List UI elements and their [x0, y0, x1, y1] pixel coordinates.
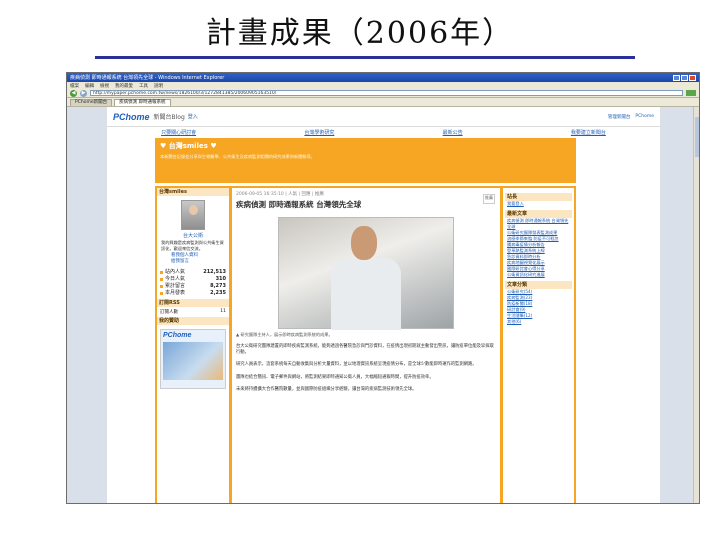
- address-bar: ◀ ▶ http://mypaper.pchome.com.tw/news/18…: [67, 89, 699, 98]
- menu-file[interactable]: 檔案: [70, 83, 79, 89]
- admin-heading: 站長: [505, 193, 572, 201]
- top-link-4[interactable]: 我要建立新聞台: [571, 129, 606, 136]
- back-icon[interactable]: ◀: [70, 89, 77, 97]
- author-bio: 我的興趣是疾病監測與公共衛生資訊化，歡迎來信交流。: [161, 240, 224, 251]
- scrollbar-thumb[interactable]: [695, 117, 699, 157]
- menu-bar: 檔案 編輯 檢視 我的最愛 工具 說明: [67, 82, 699, 89]
- menu-favorites[interactable]: 我的最愛: [115, 83, 133, 89]
- stat-row: 今日人氣 310: [160, 276, 226, 283]
- rss-label[interactable]: 訂閱人數: [160, 309, 178, 315]
- title-underline: [95, 56, 635, 59]
- recent-post-link[interactable]: 疾病偵測 即時通報系統 台灣領先全球: [505, 218, 572, 230]
- left-sidebar: 台灣smiles 台大公衛 我的興趣是疾病監測與公共衛生資訊化，歡迎來信交流。 …: [157, 188, 229, 503]
- header-link-pchome[interactable]: PChome: [635, 114, 654, 120]
- stats-panel: 站內人氣 212,513 今日人氣 310 累計留言 8,273 本月發表 2,235: [157, 265, 229, 299]
- profile-heading: 台灣smiles: [157, 188, 229, 196]
- push-button[interactable]: 推薦: [483, 194, 495, 204]
- recent-posts-heading: 最新文章: [505, 210, 572, 218]
- top-link-2[interactable]: 台灣學術研究: [304, 129, 334, 136]
- menu-edit[interactable]: 編輯: [85, 83, 94, 89]
- article-paragraph: 團隊也結合簡訊、電子郵件與網站，將監測結果即時通知公衛人員，大幅縮短通報時間，提…: [236, 374, 434, 380]
- ad-heading: 我的贊助: [157, 317, 229, 325]
- pchome-logo[interactable]: PChome: [113, 112, 150, 122]
- recent-post-link[interactable]: 公衛資訊化研究進展: [505, 272, 572, 278]
- login-link[interactable]: 登入: [188, 113, 198, 120]
- go-button[interactable]: [686, 90, 696, 96]
- rss-count: 11: [220, 309, 226, 314]
- rss-row: 訂閱人數 11: [157, 307, 229, 317]
- tab-pchome[interactable]: PChome新聞台: [70, 99, 113, 106]
- maximize-button[interactable]: [681, 74, 688, 81]
- ad-logo: PChome: [163, 332, 192, 339]
- article-paragraph: 未來將持續擴大合作醫院數量，並與國際防疫組織分享經驗，讓台灣的疾病監測技術領先全…: [236, 386, 417, 392]
- forward-icon[interactable]: ▶: [80, 89, 87, 97]
- author-name[interactable]: 台大公衛: [157, 232, 229, 239]
- ad-image: [163, 342, 223, 380]
- blog-title[interactable]: ♥ 台灣smiles ♥: [160, 141, 571, 151]
- menu-view[interactable]: 檢視: [100, 83, 109, 89]
- article-photo: [278, 217, 454, 330]
- header-link-manage[interactable]: 管理新聞台: [608, 114, 631, 120]
- menu-tools[interactable]: 工具: [139, 83, 148, 89]
- window-titlebar: 疾病偵測 即時通報系統 台灣領先全球 - Windows Internet Ex…: [67, 73, 699, 82]
- stat-row: 本月發表 2,235: [160, 290, 226, 297]
- blog-content: 台灣smiles 台大公衛 我的興趣是疾病監測與公共衛生資訊化，歡迎來信交流。 …: [155, 186, 576, 503]
- site-header: PChome 新聞台Blog 登入 管理新聞台 PChome: [107, 107, 660, 127]
- top-link-3[interactable]: 最新公告: [443, 129, 463, 136]
- stat-row: 站內人氣 212,513: [160, 269, 226, 276]
- category-link[interactable]: 其他(6): [505, 319, 572, 325]
- minimize-button[interactable]: [673, 74, 680, 81]
- article-paragraph: 研究人員表示，這套系統每天自動收集與分析大量資料，並以地理資訊系統呈現疫情分布，…: [236, 362, 477, 368]
- stat-row: 累計留言 8,273: [160, 283, 226, 290]
- blog-banner: ♥ 台灣smiles ♥ 本新聞台記錄並分享與生物醫學、公共衛生及疾病監測相關的…: [155, 138, 576, 183]
- close-button[interactable]: [689, 74, 696, 81]
- post-meta: 2006-09-05 16:35:10 | 人氣 | 回應 | 推薦: [236, 192, 324, 197]
- ad-banner[interactable]: PChome: [160, 329, 226, 389]
- window-title: 疾病偵測 即時通報系統 台灣領先全球 - Windows Internet Ex…: [70, 75, 225, 81]
- categories-heading: 文章分類: [505, 281, 572, 289]
- avatar[interactable]: [181, 200, 205, 230]
- top-links: 只要關心研討會 台灣學術研究 最新公告 我要建立新聞台: [107, 127, 660, 138]
- right-sidebar: 站長 我要登入 最新文章 疾病偵測 即時通報系統 台灣領先全球 公衛研究團隊發表…: [503, 188, 574, 503]
- url-input[interactable]: http://mypaper.pchome.com.tw/news/182610…: [90, 90, 683, 96]
- blog-description: 本新聞台記錄並分享與生物醫學、公共衛生及疾病監測相關的研究成果與新聞報導。: [160, 154, 315, 159]
- tab-article[interactable]: 疾病偵測 即時通報系統: [114, 99, 171, 106]
- slide-title: 計畫成果（2006年）: [205, 16, 515, 51]
- photo-caption: ▲ 研究團隊主持人，展示即時疾病監測系統的成果。: [236, 332, 333, 337]
- top-link-1[interactable]: 只要關心研討會: [161, 129, 196, 136]
- post-title[interactable]: 疾病偵測 即時通報系統 台灣領先全球: [236, 199, 496, 210]
- article: 2006-09-05 16:35:10 | 人氣 | 回應 | 推薦 疾病偵測 …: [232, 188, 500, 503]
- page-scrollbar[interactable]: [693, 107, 699, 503]
- web-page: PChome 新聞台Blog 登入 管理新聞台 PChome 只要關心研討會 台…: [107, 107, 660, 503]
- tab-bar: PChome新聞台 疾病偵測 即時通報系統: [67, 98, 699, 107]
- logo-subtitle: 新聞台Blog: [153, 114, 185, 121]
- rss-heading: 訂閱RSS: [157, 299, 229, 307]
- menu-help[interactable]: 說明: [154, 83, 163, 89]
- article-paragraph: 台大公衛研究團隊建置的即時疾病監測系統，能夠透過各醫院急診與門診資料，在疫情出現…: [236, 344, 494, 356]
- login-item[interactable]: 我要登入: [505, 201, 572, 207]
- browser-screenshot: 疾病偵測 即時通報系統 台灣領先全球 - Windows Internet Ex…: [66, 72, 700, 504]
